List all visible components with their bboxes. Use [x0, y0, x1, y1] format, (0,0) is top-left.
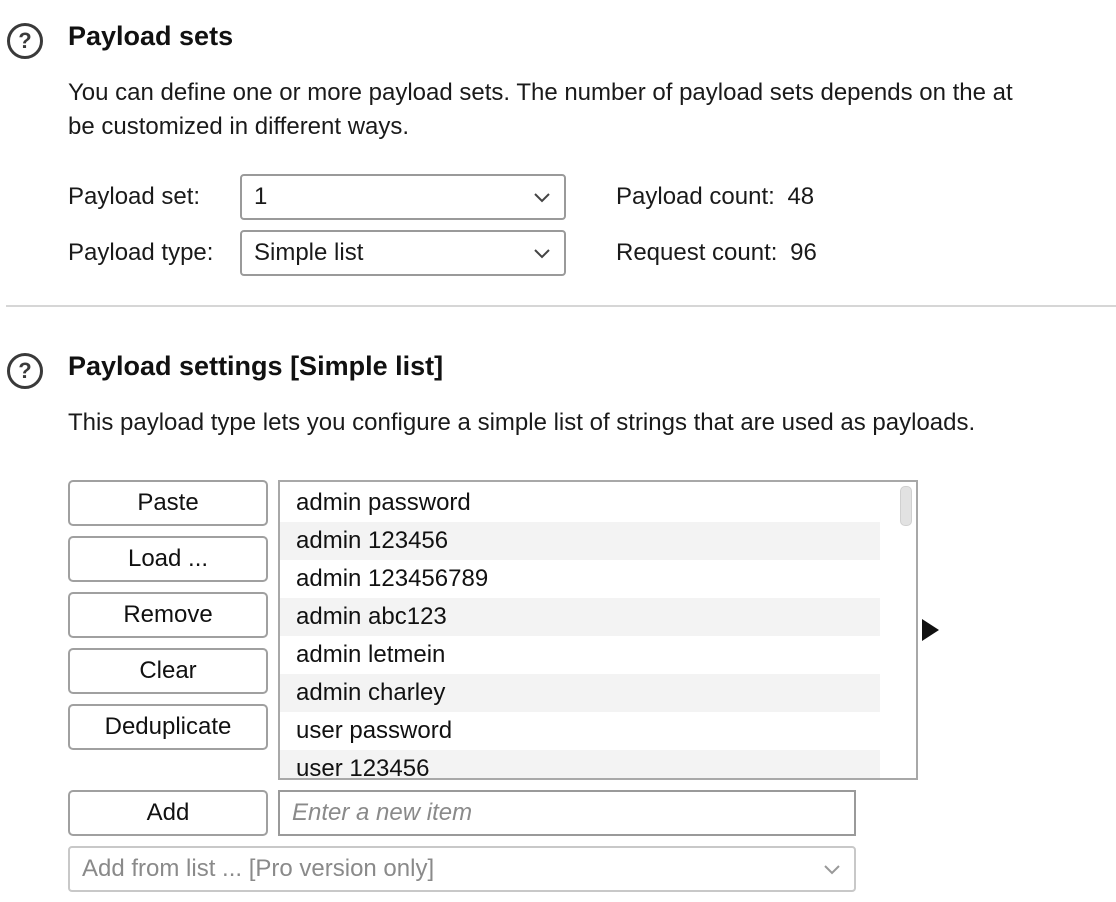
payload-list[interactable]: admin password admin 123456 admin 123456…: [278, 480, 918, 780]
payload-type-label: Payload type:: [68, 239, 214, 266]
list-item[interactable]: admin letmein: [280, 636, 880, 674]
load-button[interactable]: Load ...: [68, 536, 268, 582]
list-item[interactable]: admin password: [280, 484, 880, 522]
payload-sets-description-line2: be customized in different ways.: [68, 113, 410, 140]
payload-settings-title: Payload settings [Simple list]: [68, 351, 444, 381]
list-item[interactable]: admin 123456789: [280, 560, 880, 598]
add-button[interactable]: Add: [68, 790, 268, 836]
payload-type-select[interactable]: Simple list: [240, 230, 566, 276]
chevron-down-icon: [534, 249, 550, 259]
payload-type-value: Simple list: [254, 239, 364, 266]
list-item[interactable]: admin charley: [280, 674, 880, 712]
payload-sets-description-line1: You can define one or more payload sets.…: [68, 79, 1013, 106]
section-divider: [6, 305, 1116, 307]
payload-settings-description: This payload type lets you configure a s…: [68, 409, 976, 436]
help-icon[interactable]: ?: [7, 23, 43, 59]
add-from-list-select[interactable]: Add from list ... [Pro version only]: [68, 846, 856, 892]
add-from-list-label: Add from list ... [Pro version only]: [82, 855, 435, 882]
payload-set-select[interactable]: 1: [240, 174, 566, 220]
payload-set-label: Payload set:: [68, 183, 201, 210]
deduplicate-button[interactable]: Deduplicate: [68, 704, 268, 750]
list-item[interactable]: user password: [280, 712, 880, 750]
chevron-down-icon: [824, 865, 840, 875]
request-count-label: Request count:: [616, 239, 778, 266]
list-item[interactable]: user 123456: [280, 750, 880, 778]
payload-set-value: 1: [254, 183, 268, 210]
list-item[interactable]: admin abc123: [280, 598, 880, 636]
paste-button[interactable]: Paste: [68, 480, 268, 526]
payload-sets-title: Payload sets: [68, 21, 234, 51]
clear-button[interactable]: Clear: [68, 648, 268, 694]
scrollbar-thumb[interactable]: [900, 486, 912, 526]
request-count-value: 96: [790, 239, 817, 266]
payload-count-label: Payload count:: [616, 183, 775, 210]
payload-count: Payload count: 48: [616, 183, 814, 211]
list-item[interactable]: admin 123456: [280, 522, 880, 560]
remove-button[interactable]: Remove: [68, 592, 268, 638]
request-count: Request count: 96: [616, 239, 817, 267]
help-icon[interactable]: ?: [7, 353, 43, 389]
chevron-down-icon: [534, 193, 550, 203]
triangle-right-icon[interactable]: [922, 619, 939, 641]
new-item-input[interactable]: [278, 790, 856, 836]
payload-count-value: 48: [787, 183, 815, 210]
